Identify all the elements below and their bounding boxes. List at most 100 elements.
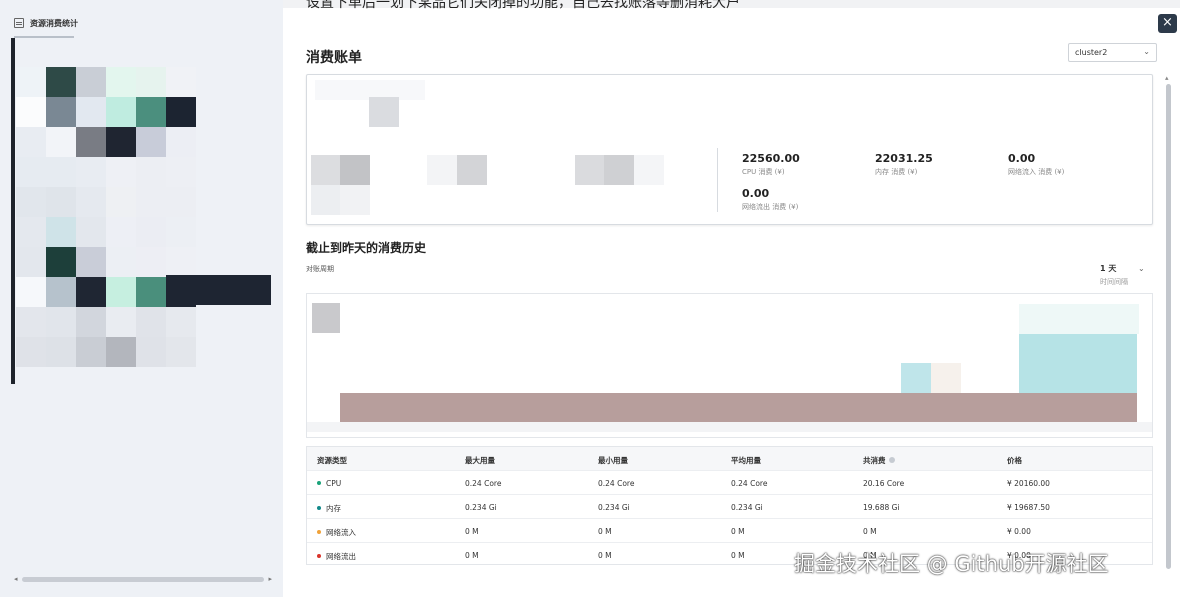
- blur-block: [340, 393, 1137, 422]
- sidebar-scroll-bar[interactable]: [11, 38, 15, 384]
- metric-cpu: 22560.00 CPU 消费 (¥): [742, 152, 800, 177]
- metric-network-out: 0.00 网络流出 消费 (¥): [742, 187, 798, 212]
- column-header: 最小用量: [598, 456, 628, 465]
- resource-type: 内存: [326, 504, 341, 513]
- metric-network-in: 0.00 网络流入 消费 (¥): [1008, 152, 1064, 177]
- mosaic-tile: [166, 307, 196, 337]
- mosaic-tile: [166, 157, 196, 187]
- metric-value: 0.00: [742, 187, 770, 200]
- mosaic-tile: [136, 187, 166, 217]
- watermark: 掘金技术社区 @ Github开源社区: [794, 552, 1109, 576]
- scroll-left-icon[interactable]: ◂: [14, 576, 18, 583]
- metric-memory: 22031.25 内存 消费 (¥): [875, 152, 933, 177]
- scroll-up-icon[interactable]: ▴: [1165, 74, 1169, 82]
- mosaic-tile: [166, 127, 196, 157]
- blur-block: [634, 155, 664, 185]
- table-icon: [14, 18, 24, 28]
- min-usage: 0.234 Gi: [598, 503, 630, 512]
- summary-card: [306, 74, 1153, 225]
- mosaic-tile: [16, 187, 46, 217]
- history-title: 截止到昨天的消费历史: [306, 241, 427, 255]
- mosaic-tile: [166, 247, 196, 277]
- blur-block: [901, 363, 931, 394]
- blur-block: [311, 155, 341, 185]
- mosaic-tile: [16, 307, 46, 337]
- blur-block: [1019, 334, 1137, 394]
- table-header: 资源类型 最大用量 最小用量 平均用量 共消费 价格: [307, 447, 1152, 471]
- metric-value: 22560.00: [742, 152, 800, 165]
- avg-usage: 0 M: [731, 527, 745, 536]
- chevron-down-icon[interactable]: ⌄: [1138, 264, 1145, 273]
- info-icon[interactable]: [888, 457, 895, 463]
- mosaic-tile: [136, 67, 166, 97]
- total-usage: 19.688 Gi: [863, 503, 900, 512]
- mosaic-tile: [136, 277, 166, 307]
- blur-block: [604, 155, 634, 185]
- granularity-select[interactable]: 1 天: [1100, 263, 1116, 274]
- blur-block: [307, 422, 1152, 432]
- pixelated-content: [16, 67, 271, 377]
- mosaic-tile: [76, 277, 106, 307]
- metric-label: 网络流出 消费 (¥): [742, 203, 799, 211]
- mosaic-tile: [166, 187, 196, 217]
- sidebar-title: 资源消费统计: [30, 18, 78, 28]
- mosaic-tile: [106, 97, 136, 127]
- blur-block: [340, 185, 370, 215]
- sidebar-header[interactable]: 资源消费统计: [14, 14, 78, 32]
- blur-block: [1019, 304, 1139, 334]
- min-usage: 0 M: [598, 551, 612, 560]
- mosaic-tile: [106, 337, 136, 367]
- table-row: 内存 0.234 Gi 0.234 Gi 0.234 Gi 19.688 Gi …: [307, 495, 1152, 519]
- mosaic-tile: [16, 97, 46, 127]
- blur-block: [575, 155, 605, 185]
- mosaic-tile: [106, 307, 136, 337]
- mosaic-tile: [16, 67, 46, 97]
- status-dot-icon: [317, 506, 321, 510]
- metric-value: 0.00: [1008, 152, 1036, 165]
- granularity-label: 时间间隔: [1100, 278, 1128, 286]
- page-title: 消费账单: [306, 50, 362, 66]
- mosaic-tile: [106, 157, 136, 187]
- mosaic-tile: [16, 157, 46, 187]
- mosaic-tile: [136, 247, 166, 277]
- close-button[interactable]: ×: [1158, 14, 1177, 33]
- avg-usage: 0.234 Gi: [731, 503, 763, 512]
- status-dot-icon: [317, 481, 321, 485]
- min-usage: 0.24 Core: [598, 479, 635, 488]
- mosaic-tile: [46, 67, 76, 97]
- left-panel: 资源消费统计 ◂ ▸: [0, 0, 283, 597]
- vertical-scrollbar[interactable]: ▴: [1164, 74, 1174, 574]
- resource-type: CPU: [326, 479, 342, 488]
- table-row: CPU 0.24 Core 0.24 Core 0.24 Core 20.16 …: [307, 471, 1152, 495]
- price: ¥ 0.00: [1007, 527, 1031, 536]
- mosaic-tile: [136, 157, 166, 187]
- blur-block: [457, 155, 487, 185]
- scrollbar-thumb[interactable]: [1166, 84, 1171, 569]
- cluster-select[interactable]: cluster2 ⌄: [1068, 43, 1157, 62]
- mosaic-tile: [76, 307, 106, 337]
- column-header-text: 共消费: [863, 456, 886, 465]
- metric-label: 内存 消费 (¥): [875, 168, 918, 176]
- horizontal-scrollbar[interactable]: ◂ ▸: [14, 576, 272, 583]
- scroll-right-icon[interactable]: ▸: [268, 576, 272, 583]
- billing-period-label: 对账周期: [306, 265, 334, 273]
- selected-row-highlight[interactable]: [166, 275, 271, 305]
- resource-type: 网络流入: [326, 528, 356, 537]
- metric-label: 网络流入 消费 (¥): [1008, 168, 1065, 176]
- mosaic-tile: [166, 97, 196, 127]
- mosaic-tile: [76, 337, 106, 367]
- blur-block: [340, 155, 370, 185]
- banner-text: 设置下单后一划下某品它们关闭掉的功能，自己去找账落等删消耗大户: [306, 0, 740, 11]
- avg-usage: 0 M: [731, 551, 745, 560]
- mosaic-tile: [106, 217, 136, 247]
- max-usage: 0 M: [465, 527, 479, 536]
- mosaic-tile: [136, 307, 166, 337]
- sidebar-tab-indicator: [14, 36, 74, 38]
- price: ¥ 20160.00: [1007, 479, 1050, 488]
- table-row: 网络流入 0 M 0 M 0 M 0 M ¥ 0.00: [307, 519, 1152, 543]
- mosaic-tile: [16, 217, 46, 247]
- scrollbar-thumb[interactable]: [22, 577, 264, 582]
- mosaic-tile: [46, 97, 76, 127]
- mosaic-tile: [106, 67, 136, 97]
- mosaic-tile: [16, 337, 46, 367]
